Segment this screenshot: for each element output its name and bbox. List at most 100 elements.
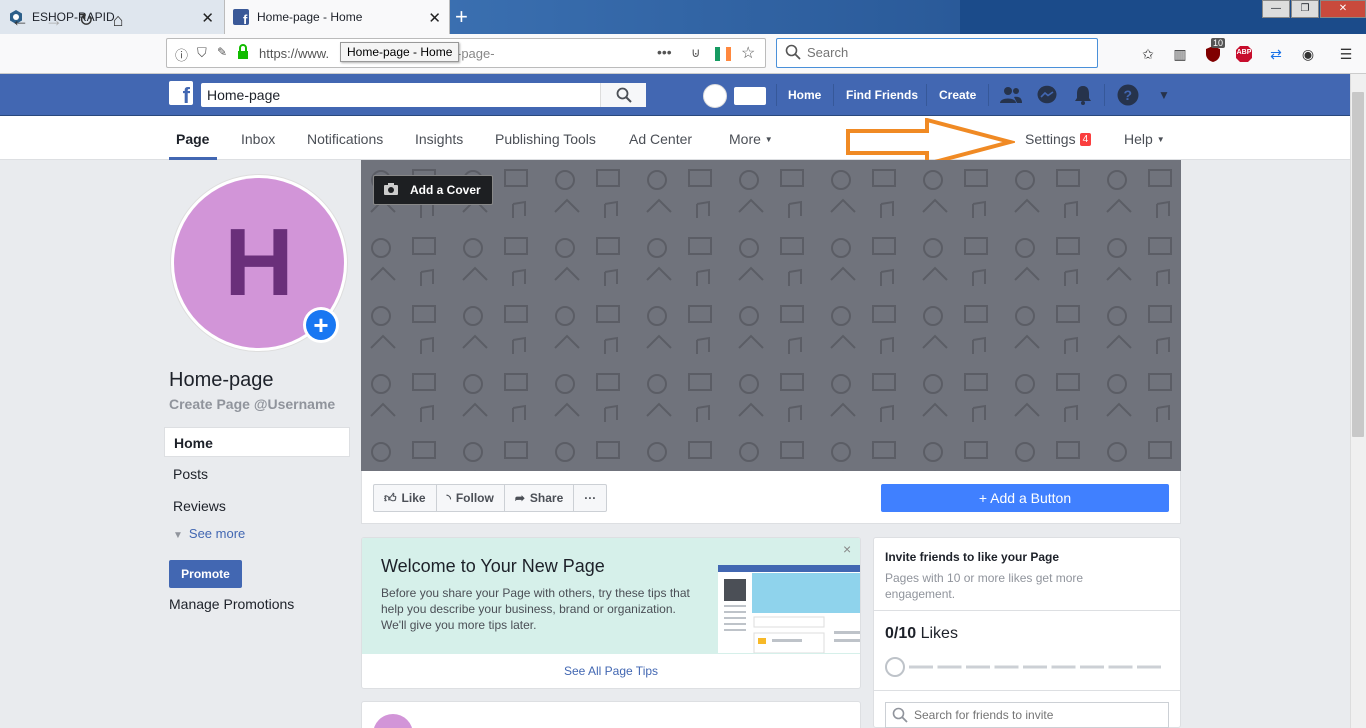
- tab-help[interactable]: Help ▼: [1124, 131, 1165, 147]
- active-tab-indicator: [169, 157, 217, 160]
- translate-icon[interactable]: ⇄: [1266, 44, 1286, 64]
- tab-help-label: Help: [1124, 131, 1153, 147]
- sidebar-icon[interactable]: ▥: [1170, 44, 1190, 64]
- search-icon[interactable]: [600, 83, 646, 107]
- pocket-icon[interactable]: ⊍: [691, 45, 701, 61]
- browser-search-input[interactable]: [807, 45, 1087, 60]
- caret-down-icon: ▼: [1156, 135, 1165, 144]
- facebook-logo-icon[interactable]: f: [169, 81, 193, 105]
- page-title[interactable]: Home-page: [169, 369, 274, 392]
- add-a-button[interactable]: + Add a Button: [881, 484, 1169, 512]
- tracking-shield-icon[interactable]: ⛉: [197, 45, 207, 61]
- info-icon[interactable]: ⓘ: [175, 45, 188, 64]
- ublock-icon[interactable]: 10: [1203, 38, 1226, 64]
- close-tab-icon[interactable]: ✕: [201, 9, 214, 27]
- more-options-button[interactable]: ···: [574, 485, 606, 511]
- menu-icon[interactable]: ☰: [1336, 44, 1356, 64]
- tab-insights[interactable]: Insights: [415, 131, 463, 147]
- adblock-plus-icon[interactable]: ABP: [1234, 44, 1254, 64]
- svg-text:f: f: [243, 12, 248, 25]
- fb-nav-find-friends[interactable]: Find Friends: [846, 88, 918, 102]
- tab-ad-center[interactable]: Ad Center: [629, 131, 692, 147]
- browser-search-box[interactable]: [776, 38, 1098, 68]
- divider: [926, 84, 927, 106]
- fb-nav-create[interactable]: Create: [939, 88, 976, 102]
- permissions-icon[interactable]: ✎: [217, 45, 227, 59]
- account-icon[interactable]: ◉: [1298, 44, 1318, 64]
- divider: [988, 84, 989, 106]
- divider: [873, 690, 1181, 691]
- abp-label: ABP: [1236, 49, 1252, 56]
- url-bar[interactable]: ⓘ ⛉ ✎ https://www. -page- ••• ⊍ ☆: [166, 38, 766, 68]
- tab-settings-label: Settings: [1025, 131, 1076, 147]
- bookmark-star-icon[interactable]: ☆: [741, 43, 755, 63]
- reload-icon[interactable]: ↻: [74, 8, 98, 32]
- likes-label: Likes: [920, 625, 958, 642]
- tab-tooltip: Home-page - Home: [340, 42, 460, 62]
- lock-icon: [237, 44, 249, 63]
- account-menu-caret-icon[interactable]: ▼: [1152, 84, 1176, 106]
- page-preview-illustration: [718, 565, 860, 653]
- profile-avatar[interactable]: [703, 84, 727, 108]
- tab-inbox[interactable]: Inbox: [241, 131, 275, 147]
- follow-button[interactable]: ◝ Follow: [437, 485, 505, 511]
- add-photo-button[interactable]: +: [303, 307, 339, 343]
- sidebar-item-reviews[interactable]: Reviews: [164, 491, 350, 521]
- like-button[interactable]: 👍︎ Like: [374, 485, 437, 511]
- tab-more[interactable]: More ▼: [729, 131, 773, 147]
- cover-photo-area[interactable]: [361, 160, 1181, 471]
- likes-value: 0/10: [885, 625, 917, 642]
- tab-notifications[interactable]: Notifications: [307, 131, 383, 147]
- divider: [1104, 84, 1105, 106]
- messenger-icon[interactable]: [1035, 84, 1059, 106]
- see-all-page-tips-link[interactable]: See All Page Tips: [361, 664, 861, 678]
- browser-tab-active[interactable]: f Home-page - Home ✕: [224, 0, 450, 34]
- facebook-search-value[interactable]: Home-page: [207, 87, 280, 103]
- sidebar-item-home[interactable]: Home: [164, 427, 350, 457]
- search-icon: [785, 44, 801, 63]
- likes-progress-bar: [885, 657, 1161, 677]
- home-icon[interactable]: ⌂: [106, 8, 130, 32]
- close-icon[interactable]: ×: [843, 541, 851, 557]
- manage-promotions-link[interactable]: Manage Promotions: [169, 596, 294, 612]
- invite-title: Invite friends to like your Page: [885, 550, 1060, 564]
- search-icon: [892, 707, 908, 726]
- create-username-link[interactable]: Create Page @Username: [169, 396, 335, 412]
- help-icon[interactable]: ?: [1116, 84, 1140, 106]
- invite-search-input[interactable]: [914, 708, 1154, 722]
- share-button[interactable]: ➦ Share: [505, 485, 575, 511]
- friend-requests-icon[interactable]: [999, 84, 1023, 106]
- window-close-icon[interactable]: ✕: [1320, 0, 1366, 18]
- bookmarks-icon[interactable]: ✩: [1138, 44, 1158, 64]
- invite-search-box[interactable]: [885, 702, 1169, 728]
- minimize-icon[interactable]: —: [1262, 0, 1290, 18]
- promote-button[interactable]: Promote: [169, 560, 242, 588]
- page-actions: 👍︎ Like ◝ Follow ➦ Share ···: [373, 484, 608, 512]
- facebook-search[interactable]: Home-page: [201, 83, 646, 107]
- facebook-favicon-icon: f: [233, 9, 249, 25]
- new-tab-icon[interactable]: +: [455, 4, 468, 30]
- tab-publishing-tools[interactable]: Publishing Tools: [495, 131, 596, 147]
- add-button-label: Add a Button: [990, 490, 1072, 506]
- profile-name-redacted[interactable]: [734, 87, 766, 105]
- see-more-label: See more: [188, 526, 246, 541]
- sidebar-item-posts[interactable]: Posts: [164, 459, 350, 489]
- notifications-bell-icon[interactable]: [1071, 84, 1095, 106]
- close-tab-icon[interactable]: ✕: [428, 9, 441, 27]
- thumbs-up-icon: 👍︎: [384, 490, 397, 505]
- see-more-link[interactable]: ▼ See more: [173, 526, 245, 541]
- likes-progress-text: 0/10 Likes: [885, 625, 958, 643]
- window-controls: — ❐ ✕: [1261, 0, 1366, 20]
- share-label: Share: [529, 491, 564, 505]
- fb-nav-home[interactable]: Home: [788, 88, 821, 102]
- tab-page[interactable]: Page: [176, 131, 209, 147]
- url-text-end: -page-: [457, 46, 495, 61]
- back-icon[interactable]: ←: [8, 8, 32, 32]
- forward-icon[interactable]: →: [42, 8, 66, 32]
- scrollbar-thumb[interactable]: [1352, 92, 1364, 437]
- tab-settings[interactable]: Settings 4: [1025, 131, 1092, 147]
- maximize-icon[interactable]: ❐: [1291, 0, 1319, 18]
- divider: [873, 610, 1181, 611]
- add-cover-button[interactable]: Add a Cover: [373, 175, 493, 205]
- page-actions-icon[interactable]: •••: [657, 44, 672, 60]
